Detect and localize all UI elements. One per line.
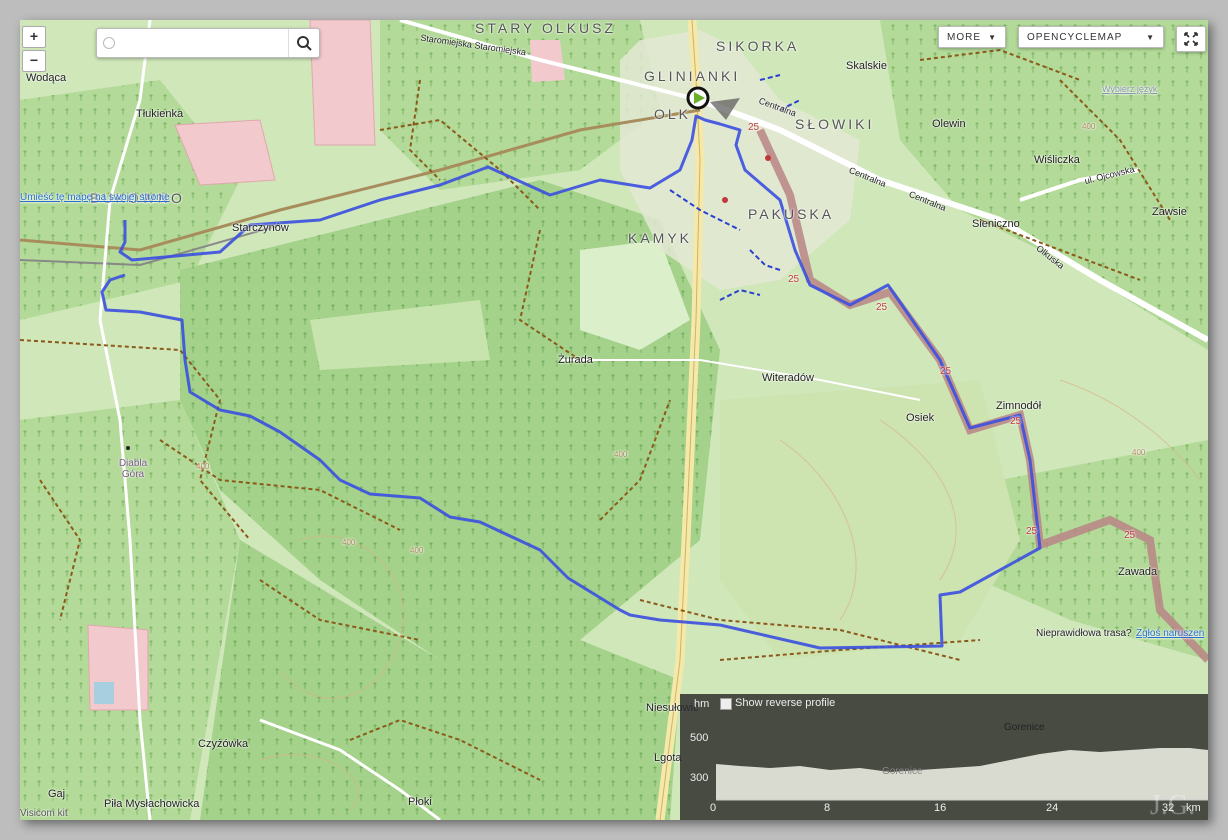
contour-label: 400 [614,450,628,459]
place-czyzowka: Czyżówka [198,738,249,750]
place-skalskie: Skalskie [846,60,887,72]
fullscreen-button[interactable] [1176,26,1206,52]
search-icon [297,36,312,51]
attribution: Visicom kit [20,808,68,819]
map-canvas[interactable]: † † [20,20,1208,820]
place-olkusz: OLK [654,106,692,122]
road-number: 25 [876,302,888,313]
zoom-in-button[interactable]: + [22,26,46,48]
search-input[interactable] [119,33,285,53]
choose-language-link[interactable]: Wybierz język [1102,84,1157,94]
place-wodaca: Wodąca [26,72,67,84]
road-number: 25 [1026,526,1038,537]
watermark: J.G. [1150,790,1196,820]
place-stary-olkusz: STARY OLKUSZ [475,20,617,36]
fullscreen-icon [1184,32,1198,46]
contour-label: 400 [410,546,424,555]
profile-place: Gorenice [882,766,923,777]
road-number: 25 [1010,416,1022,427]
report-link[interactable]: Zgłoś naruszen [1136,628,1204,639]
profile-x-tick: 24 [1046,802,1059,814]
chevron-down-icon: ▼ [988,33,997,42]
wrong-route-text: Nieprawidłowa trasa? [1036,628,1132,639]
place-kamyk: KAMYK [628,230,693,246]
layer-label: OPENCYCLEMAP [1027,32,1123,43]
contour-label: 400 [342,538,356,547]
place-starczynow: Starczynów [232,222,289,234]
profile-place-top: Gorenice [1004,722,1045,733]
search-box [96,28,320,58]
more-dropdown[interactable]: MORE ▼ [938,26,1006,48]
place-pakuska: PAKUSKA [748,206,835,222]
place-wisliczka: Wiśliczka [1034,154,1080,166]
profile-x-tick: 0 [710,802,717,814]
chevron-down-icon: ▼ [1146,33,1155,42]
contour-label: 400 [196,462,210,471]
place-zawada: Zawada [1118,566,1158,578]
place-ploki: Płoki [408,796,432,808]
road-number: 25 [788,274,800,285]
search-button[interactable] [288,29,319,57]
road-number: 25 [1124,530,1136,541]
place-zimnodol: Zimnodół [996,400,1042,412]
zoom-out-button[interactable]: − [22,50,46,72]
place-lgota: Lgota [654,752,682,764]
screenshot-frame: † † [0,0,1228,840]
place-witeradow: Witeradów [762,372,814,384]
place-pila: Piła Mysłachowicka [104,798,200,810]
place-zawsie: Zawsie [1152,206,1187,218]
place-slowiki: SŁOWIKI [795,116,875,132]
elevation-profile-panel: Show reverse profile hm 500 300 Gorenice… [680,694,1208,820]
road-number: 25 [940,366,952,377]
contour-label: 400 [1132,448,1146,457]
profile-x-tick: 16 [934,802,947,814]
place-zurada: Żurada [558,354,593,366]
place-osiek: Osiek [906,412,935,424]
place-sikorka: SIKORKA [716,38,800,54]
place-glinianki: GLINIANKI [644,68,741,84]
more-label: MORE [947,32,981,43]
road-number: 25 [748,122,760,133]
layer-dropdown[interactable]: OPENCYCLEMAP ▼ [1018,26,1164,48]
place-olewin: Olewin [932,118,966,130]
embed-map-link[interactable]: Umieść tę mapę na swojej stronie [20,192,170,203]
place-gaj: Gaj [48,788,66,800]
contour-label: 400 [1082,122,1096,131]
profile-x-tick: 8 [824,802,831,814]
location-icon[interactable] [103,37,115,49]
place-sieniczno: Sieniczno [972,218,1020,230]
place-tlukienka: Tłukienka [136,108,184,120]
peak-diabla-gora: Diabla Góra [118,458,148,480]
